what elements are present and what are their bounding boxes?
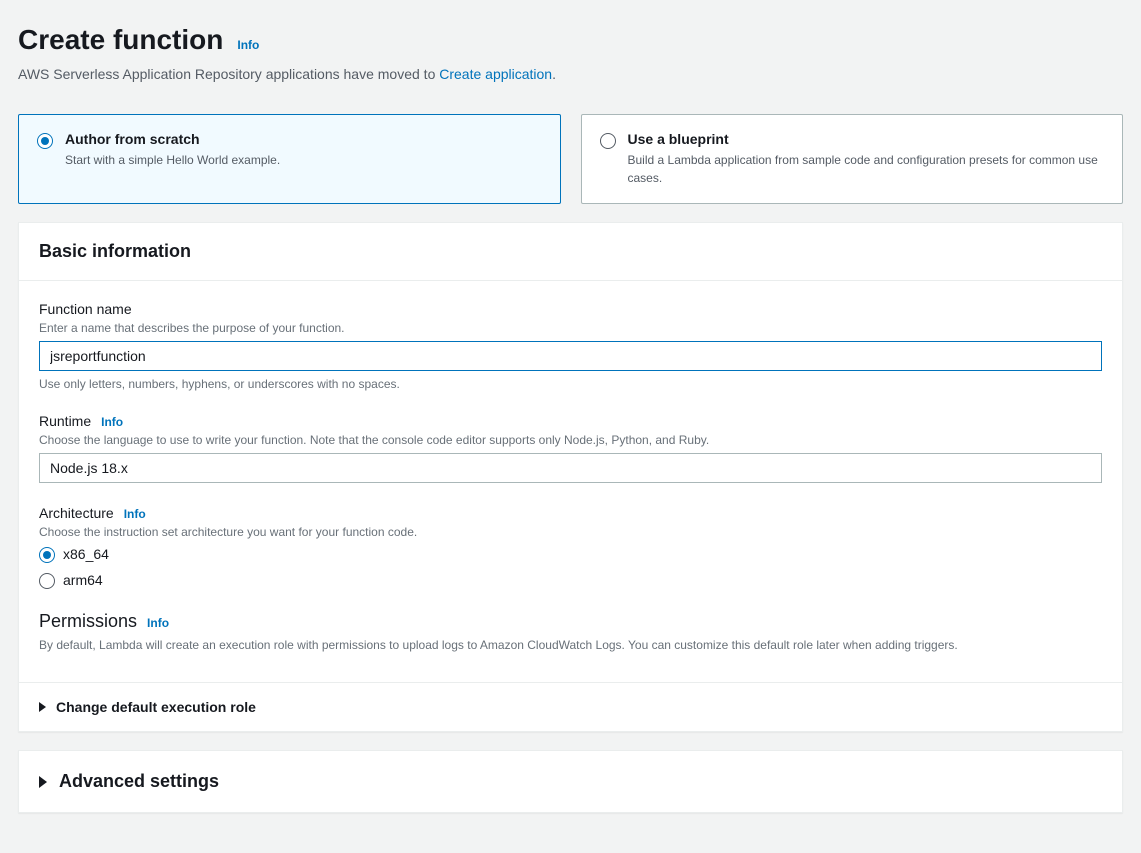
function-name-input[interactable]	[39, 341, 1102, 371]
advanced-settings-toggle[interactable]: Advanced settings	[18, 750, 1123, 813]
radio-label: x86_64	[63, 546, 109, 562]
architecture-radio-x86[interactable]: x86_64	[39, 545, 1102, 563]
function-name-label: Function name	[39, 301, 1102, 317]
function-name-hint: Enter a name that describes the purpose …	[39, 321, 1102, 335]
runtime-select[interactable]: Node.js 18.x	[39, 453, 1102, 483]
permissions-desc: By default, Lambda will create an execut…	[39, 636, 1102, 654]
option-desc: Build a Lambda application from sample c…	[628, 151, 1105, 187]
execution-role-label: Change default execution role	[56, 699, 256, 715]
function-name-help: Use only letters, numbers, hyphens, or u…	[39, 377, 1102, 391]
page-subtext: AWS Serverless Application Repository ap…	[18, 66, 1123, 82]
architecture-hint: Choose the instruction set architecture …	[39, 525, 1102, 539]
caret-right-icon	[39, 702, 46, 712]
permissions-info-link[interactable]: Info	[147, 616, 169, 630]
architecture-field: Architecture Info Choose the instruction…	[39, 505, 1102, 589]
caret-right-icon	[39, 776, 47, 788]
page-title: Create function	[18, 24, 223, 56]
runtime-label: Runtime	[39, 413, 91, 429]
radio-label: arm64	[63, 572, 103, 588]
permissions-label: Permissions	[39, 611, 137, 632]
runtime-field: Runtime Info Choose the language to use …	[39, 413, 1102, 483]
create-application-link[interactable]: Create application	[439, 66, 552, 82]
runtime-hint: Choose the language to use to write your…	[39, 433, 1102, 447]
radio-icon	[37, 133, 53, 149]
creation-options: Author from scratch Start with a simple …	[18, 114, 1123, 204]
architecture-radio-arm64[interactable]: arm64	[39, 571, 1102, 589]
option-title: Use a blueprint	[628, 131, 1105, 147]
architecture-label: Architecture	[39, 505, 114, 521]
runtime-info-link[interactable]: Info	[101, 415, 123, 429]
option-author-from-scratch[interactable]: Author from scratch Start with a simple …	[18, 114, 561, 204]
subtext-suffix: .	[552, 66, 556, 82]
radio-icon	[600, 133, 616, 149]
basic-info-heading: Basic information	[39, 241, 1102, 262]
page-info-link[interactable]: Info	[237, 38, 259, 52]
function-name-field: Function name Enter a name that describe…	[39, 301, 1102, 391]
permissions-field: Permissions Info By default, Lambda will…	[39, 611, 1102, 654]
advanced-settings-label: Advanced settings	[59, 771, 219, 792]
radio-icon	[39, 573, 55, 589]
subtext-prefix: AWS Serverless Application Repository ap…	[18, 66, 439, 82]
architecture-info-link[interactable]: Info	[124, 507, 146, 521]
radio-icon	[39, 547, 55, 563]
option-use-blueprint[interactable]: Use a blueprint Build a Lambda applicati…	[581, 114, 1124, 204]
basic-information-panel: Basic information Function name Enter a …	[18, 222, 1123, 732]
panel-header: Basic information	[19, 223, 1122, 281]
option-desc: Start with a simple Hello World example.	[65, 151, 280, 169]
page-header: Create function Info AWS Serverless Appl…	[18, 0, 1123, 96]
change-execution-role-toggle[interactable]: Change default execution role	[19, 682, 1122, 731]
option-title: Author from scratch	[65, 131, 280, 147]
